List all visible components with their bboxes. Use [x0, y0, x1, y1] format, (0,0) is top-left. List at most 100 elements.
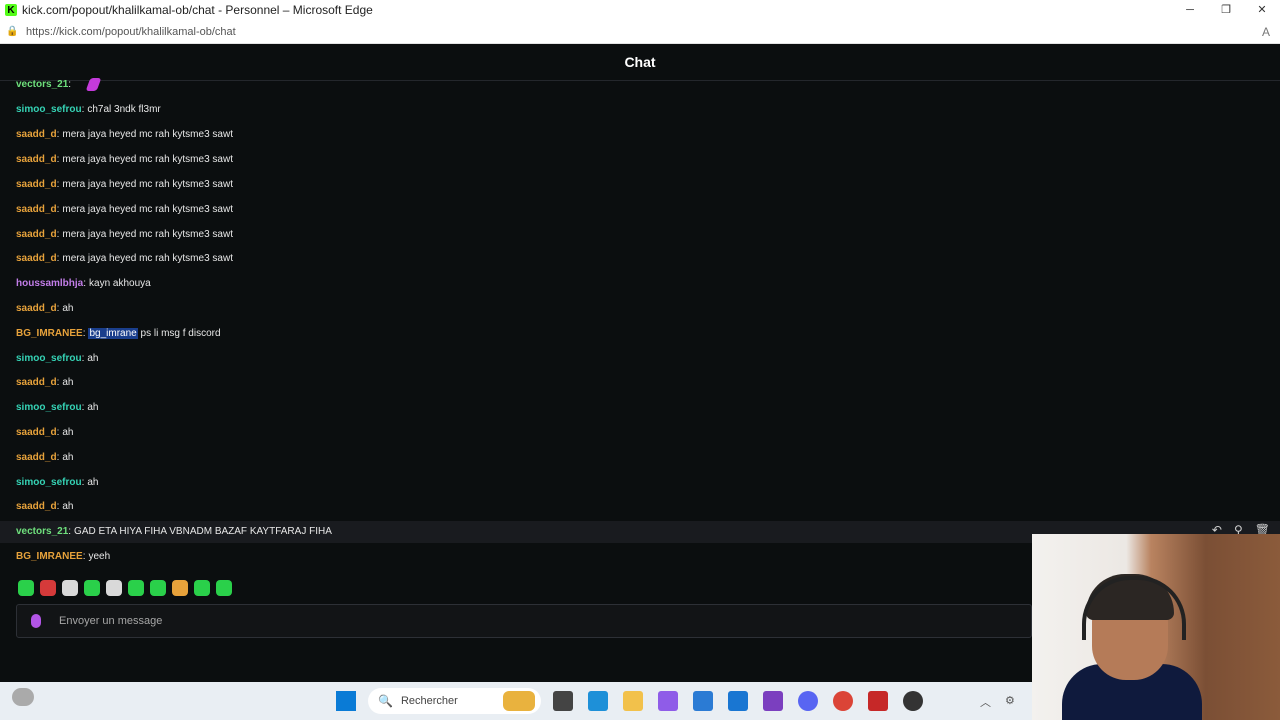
red-emote-icon[interactable]	[40, 580, 56, 596]
taskbar-search[interactable]: 🔍 Rechercher	[368, 688, 541, 714]
green-emote-icon[interactable]	[128, 580, 144, 596]
gray-emote-icon[interactable]	[106, 580, 122, 596]
chat-message[interactable]: simoo_sefrou: ah	[16, 352, 98, 366]
store-icon[interactable]	[693, 691, 713, 711]
message-input[interactable]	[57, 614, 961, 628]
message-text: ah	[62, 377, 74, 388]
lock-icon: 🔒	[6, 26, 19, 37]
chat-message[interactable]: saadd_d: ah	[16, 426, 73, 440]
windows-start-icon[interactable]	[336, 691, 356, 711]
edge-icon[interactable]	[588, 691, 608, 711]
message-username[interactable]: simoo_sefrou	[16, 477, 82, 488]
search-icon: 🔍	[378, 694, 393, 708]
message-text: mera jaya heyed mc rah kytsme3 sawt	[62, 229, 233, 240]
message-username[interactable]: saadd_d	[16, 129, 57, 140]
chat-message[interactable]: BG_IMRANEE: yeeh	[16, 550, 110, 564]
weather-widget[interactable]	[12, 688, 34, 706]
message-username[interactable]: simoo_sefrou	[16, 104, 82, 115]
microphone-icon[interactable]	[31, 614, 41, 628]
url-text[interactable]: https://kick.com/popout/khalilkamal-ob/c…	[26, 26, 236, 38]
message-username[interactable]: saadd_d	[16, 427, 57, 438]
outlook-icon[interactable]	[728, 691, 748, 711]
webcam-overlay	[1032, 534, 1280, 720]
message-username[interactable]: vectors_21	[16, 79, 68, 90]
chrome-icon[interactable]	[833, 691, 853, 711]
message-text: GAD ETA HIYA FIHA VBNADM BAZAF KAYTFARAJ…	[74, 526, 332, 537]
chevron-up-icon[interactable]: ︿	[980, 694, 991, 710]
chat-message[interactable]: vectors_21: GAD ETA HIYA FIHA VBNADM BAZA…	[16, 525, 332, 539]
message-text: ah	[87, 402, 99, 413]
message-username[interactable]: BG_IMRANEE	[16, 551, 83, 562]
message-username[interactable]: saadd_d	[16, 303, 57, 314]
message-username[interactable]: simoo_sefrou	[16, 353, 82, 364]
chat-message[interactable]: saadd_d: mera jaya heyed mc rah kytsme3 s…	[16, 128, 233, 142]
message-username[interactable]: vectors_21	[16, 526, 68, 537]
close-icon[interactable]: ✕	[1244, 0, 1280, 20]
message-username[interactable]: simoo_sefrou	[16, 402, 82, 413]
message-username[interactable]: saadd_d	[16, 377, 57, 388]
settings-icon[interactable]: ⚙	[1005, 694, 1015, 710]
green-emote-icon[interactable]	[84, 580, 100, 596]
chat-message[interactable]: saadd_d: mera jaya heyed mc rah kytsme3 s…	[16, 228, 233, 242]
message-username[interactable]: saadd_d	[16, 179, 57, 190]
message-text: mera jaya heyed mc rah kytsme3 sawt	[62, 253, 233, 264]
message-text: mera jaya heyed mc rah kytsme3 sawt	[62, 154, 233, 165]
message-username[interactable]: saadd_d	[16, 204, 57, 215]
message-text: mera jaya heyed mc rah kytsme3 sawt	[62, 204, 233, 215]
gray-emote-icon[interactable]	[62, 580, 78, 596]
restore-icon[interactable]: ❐	[1208, 0, 1244, 20]
reader-mode-icon[interactable]: A	[1262, 25, 1270, 39]
discord-icon[interactable]	[798, 691, 818, 711]
green-emote-icon[interactable]	[216, 580, 232, 596]
message-username[interactable]: saadd_d	[16, 253, 57, 264]
orange-emote-icon[interactable]	[172, 580, 188, 596]
chat-message[interactable]: saadd_d: mera jaya heyed mc rah kytsme3 s…	[16, 153, 233, 167]
chat-message[interactable]: houssamlbhja: kayn akhouya	[16, 277, 151, 291]
window-controls: ─ ❐ ✕	[1172, 0, 1280, 20]
message-username[interactable]: houssamlbhja	[16, 278, 83, 289]
chat-message[interactable]: simoo_sefrou: ch7al 3ndk fl3mr	[16, 103, 161, 117]
address-bar[interactable]: 🔒 https://kick.com/popout/khalilkamal-ob…	[0, 20, 1280, 44]
chat-message[interactable]: saadd_d: mera jaya heyed mc rah kytsme3 s…	[16, 252, 233, 266]
chat-message[interactable]: simoo_sefrou: ah	[16, 476, 98, 490]
chat-message[interactable]: BG_IMRANEE: bg_imrane ps li msg f discord	[16, 327, 221, 341]
chat-message[interactable]: saadd_d: ah	[16, 451, 73, 465]
chat-messages: vectors_21: simoo_sefrou: ch7al 3ndk fl3m…	[0, 75, 1280, 570]
minimize-icon[interactable]: ─	[1172, 0, 1208, 20]
message-mention[interactable]: bg_imrane	[88, 328, 138, 339]
message-username[interactable]: saadd_d	[16, 229, 57, 240]
chat-message[interactable]: saadd_d: mera jaya heyed mc rah kytsme3 s…	[16, 203, 233, 217]
chat-message[interactable]: simoo_sefrou: ah	[16, 401, 98, 415]
message-username[interactable]: saadd_d	[16, 501, 57, 512]
search-highlight-icon	[503, 691, 535, 711]
message-text: kayn akhouya	[89, 278, 151, 289]
message-input-box[interactable]	[16, 604, 1032, 638]
green-emote-icon[interactable]	[18, 580, 34, 596]
app-red-icon[interactable]	[868, 691, 888, 711]
green-emote-icon[interactable]	[194, 580, 210, 596]
chat-message[interactable]: saadd_d: ah	[16, 302, 73, 316]
folder-icon[interactable]	[623, 691, 643, 711]
message-username[interactable]: saadd_d	[16, 452, 57, 463]
message-text: yeeh	[88, 551, 111, 562]
clipchamp-icon[interactable]	[763, 691, 783, 711]
message-text: mera jaya heyed mc rah kytsme3 sawt	[62, 129, 233, 140]
message-text: mera jaya heyed mc rah kytsme3 sawt	[62, 179, 233, 190]
message-text: ah	[62, 452, 74, 463]
steam-icon[interactable]	[903, 691, 923, 711]
message-username[interactable]: saadd_d	[16, 154, 57, 165]
system-tray: ︿ ⚙	[980, 694, 1015, 710]
message-text: ah	[62, 303, 74, 314]
chat-message[interactable]: saadd_d: ah	[16, 376, 73, 390]
chat-message[interactable]: saadd_d: ah	[16, 500, 73, 514]
kick-favicon-icon: K	[5, 4, 17, 16]
copilot-icon[interactable]	[658, 691, 678, 711]
green-emote-icon[interactable]	[150, 580, 166, 596]
file-explorer-icon[interactable]	[553, 691, 573, 711]
search-placeholder: Rechercher	[400, 695, 458, 707]
chat-message[interactable]: vectors_21:	[16, 78, 102, 92]
taskbar-apps	[553, 691, 923, 711]
chat-message[interactable]: saadd_d: mera jaya heyed mc rah kytsme3 s…	[16, 178, 233, 192]
message-username[interactable]: BG_IMRANEE	[16, 328, 83, 339]
purple-emote-icon	[85, 78, 102, 91]
